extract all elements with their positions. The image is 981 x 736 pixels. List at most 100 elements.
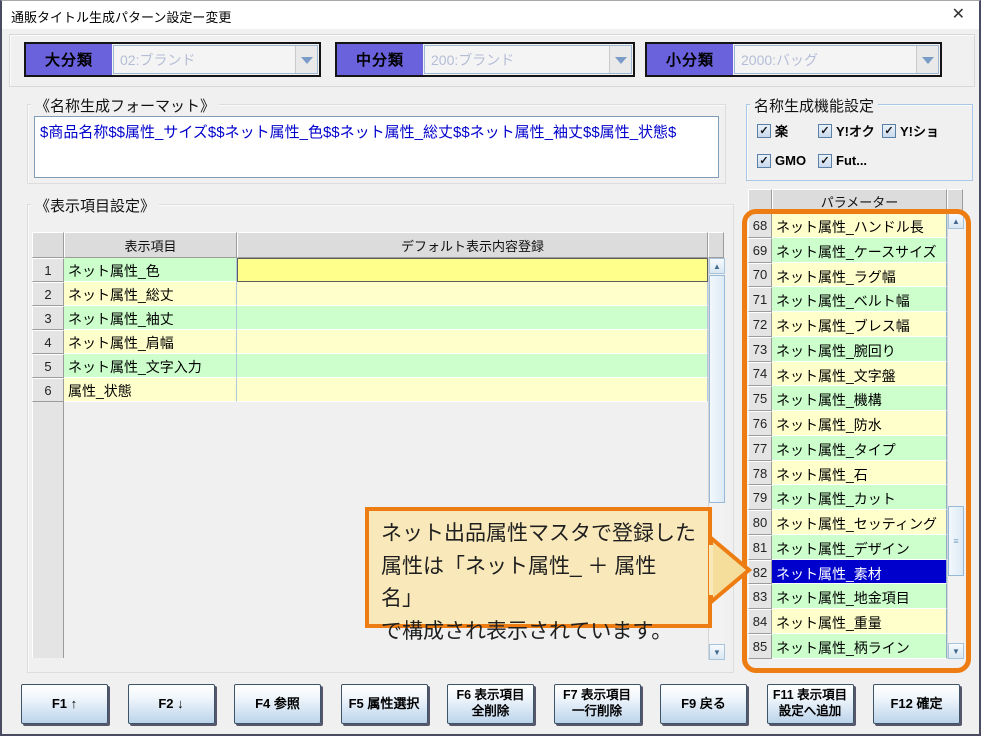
row-number-column-filler <box>32 402 64 658</box>
feature-checkbox-item-1: ✓ Y!オク <box>818 121 882 140</box>
category-dropdown-2[interactable]: 2000:バッグ <box>734 45 939 74</box>
parameter-name-cell[interactable]: ネット属性_デザイン <box>772 535 947 560</box>
row-number: 68 <box>748 213 772 238</box>
corner-header-cell <box>32 232 64 258</box>
f12-button[interactable]: F12 確定 <box>873 684 960 724</box>
list-item[interactable]: 83ネット属性_地金項目 <box>748 584 963 609</box>
row-number: 78 <box>748 461 772 486</box>
chevron-down-icon[interactable] <box>916 46 938 73</box>
parameter-name-cell[interactable]: ネット属性_石 <box>772 461 947 486</box>
chevron-down-icon[interactable] <box>295 46 317 73</box>
list-item[interactable]: 82ネット属性_素材 <box>748 560 963 585</box>
display-items-rows: 1ネット属性_色2ネット属性_総丈3ネット属性_袖丈4ネット属性_肩幅5ネット属… <box>32 258 724 402</box>
parameter-name-cell[interactable]: ネット属性_重量 <box>772 609 947 634</box>
parameter-name-cell[interactable]: ネット属性_ベルト幅 <box>772 287 947 312</box>
display-item-name-cell[interactable]: ネット属性_肩幅 <box>64 330 237 354</box>
parameter-name-cell[interactable]: ネット属性_ケースサイズ <box>772 238 947 263</box>
parameter-name-cell[interactable]: ネット属性_文字盤 <box>772 362 947 387</box>
parameter-name-cell[interactable]: ネット属性_柄ライン <box>772 634 947 659</box>
f6-button[interactable]: F6 表示項目 全削除 <box>447 684 534 724</box>
default-value-cell[interactable] <box>237 306 708 330</box>
default-value-cell[interactable] <box>237 330 708 354</box>
list-item[interactable]: 85ネット属性_柄ライン <box>748 634 963 659</box>
checkbox-icon[interactable]: ✓ <box>882 124 896 138</box>
list-item[interactable]: 71ネット属性_ベルト幅 <box>748 287 963 312</box>
display-item-name-cell[interactable]: ネット属性_総丈 <box>64 282 237 306</box>
row-number: 79 <box>748 485 772 510</box>
feature-checkbox-item-4: ✓ Fut... <box>818 153 882 168</box>
parameter-name-cell[interactable]: ネット属性_ブレス幅 <box>772 312 947 337</box>
display-item-name-cell[interactable]: 属性_状態 <box>64 378 237 402</box>
checkbox-icon[interactable]: ✓ <box>818 154 832 168</box>
annotation-callout: ネット出品属性マスタで登録した 属性は「ネット属性_ ＋ 属性名」 で構成され表… <box>365 507 712 628</box>
category-group-1: 中分類200:ブランド <box>335 42 635 77</box>
f5-button[interactable]: F5 属性選択 <box>341 684 428 724</box>
parameter-name-cell[interactable]: ネット属性_腕回り <box>772 337 947 362</box>
parameter-scrollbar[interactable]: ▲ ≡ ▼ <box>947 213 963 659</box>
default-value-cell[interactable] <box>237 354 708 378</box>
chevron-down-icon[interactable] <box>609 46 631 73</box>
parameter-name-cell[interactable]: ネット属性_素材 <box>772 560 947 585</box>
scrollbar-thumb[interactable] <box>709 275 725 503</box>
list-item[interactable]: 75ネット属性_機構 <box>748 386 963 411</box>
parameter-name-cell[interactable]: ネット属性_ハンドル長 <box>772 213 947 238</box>
row-number: 81 <box>748 535 772 560</box>
list-item[interactable]: 73ネット属性_腕回り <box>748 337 963 362</box>
parameter-name-cell[interactable]: ネット属性_地金項目 <box>772 584 947 609</box>
checkbox-label: Fut... <box>836 153 867 168</box>
table-row: 2ネット属性_総丈 <box>32 282 724 306</box>
list-item[interactable]: 68ネット属性_ハンドル長 <box>748 213 963 238</box>
f2-button[interactable]: F2 ↓ <box>128 684 215 724</box>
scrollbar-header-cap <box>708 232 724 258</box>
display-item-name-cell[interactable]: ネット属性_袖丈 <box>64 306 237 330</box>
category-dropdown-value-2: 2000:バッグ <box>735 50 916 70</box>
parameter-rows: 68ネット属性_ハンドル長69ネット属性_ケースサイズ70ネット属性_ラグ幅71… <box>748 213 963 659</box>
scroll-up-icon[interactable]: ▲ <box>948 213 964 229</box>
checkbox-icon[interactable]: ✓ <box>757 124 771 138</box>
parameter-name-cell[interactable]: ネット属性_セッティング <box>772 510 947 535</box>
list-item[interactable]: 81ネット属性_デザイン <box>748 535 963 560</box>
checkbox-icon[interactable]: ✓ <box>818 124 832 138</box>
default-value-cell[interactable] <box>237 258 708 282</box>
list-item[interactable]: 74ネット属性_文字盤 <box>748 362 963 387</box>
row-number: 72 <box>748 312 772 337</box>
list-item[interactable]: 69ネット属性_ケースサイズ <box>748 238 963 263</box>
row-number: 80 <box>748 510 772 535</box>
checkbox-label: Y!オク <box>836 121 875 140</box>
display-item-name-cell[interactable]: ネット属性_色 <box>64 258 237 282</box>
parameter-name-cell[interactable]: ネット属性_防水 <box>772 411 947 436</box>
parameter-name-cell[interactable]: ネット属性_カット <box>772 485 947 510</box>
checkbox-label: 楽 <box>775 121 788 140</box>
list-item[interactable]: 80ネット属性_セッティング <box>748 510 963 535</box>
table-row: 6属性_状態 <box>32 378 724 402</box>
display-items-legend: 《表示項目設定》 <box>31 195 159 216</box>
f7-button[interactable]: F7 表示項目 一行削除 <box>554 684 641 724</box>
list-item[interactable]: 72ネット属性_ブレス幅 <box>748 312 963 337</box>
close-icon[interactable]: ✕ <box>952 5 965 25</box>
f1-button[interactable]: F1 ↑ <box>21 684 108 724</box>
display-item-name-cell[interactable]: ネット属性_文字入力 <box>64 354 237 378</box>
scroll-down-icon[interactable]: ▼ <box>948 643 964 659</box>
category-dropdown-value-0: 02:ブランド <box>114 50 295 70</box>
scroll-down-icon[interactable]: ▼ <box>709 644 725 660</box>
list-item[interactable]: 78ネット属性_石 <box>748 461 963 486</box>
category-dropdown-1[interactable]: 200:ブランド <box>424 45 632 74</box>
parameter-name-cell[interactable]: ネット属性_機構 <box>772 386 947 411</box>
f11-button[interactable]: F11 表示項目 設定へ追加 <box>767 684 854 724</box>
list-item[interactable]: 84ネット属性_重量 <box>748 609 963 634</box>
f9-button[interactable]: F9 戻る <box>660 684 747 724</box>
checkbox-icon[interactable]: ✓ <box>757 154 771 168</box>
default-value-cell[interactable] <box>237 282 708 306</box>
list-item[interactable]: 79ネット属性_カット <box>748 485 963 510</box>
default-value-cell[interactable] <box>237 378 708 402</box>
list-item[interactable]: 76ネット属性_防水 <box>748 411 963 436</box>
parameter-name-cell[interactable]: ネット属性_ラグ幅 <box>772 263 947 288</box>
scrollbar-thumb[interactable]: ≡ <box>948 506 964 576</box>
list-item[interactable]: 70ネット属性_ラグ幅 <box>748 263 963 288</box>
scroll-up-icon[interactable]: ▲ <box>709 258 725 274</box>
category-dropdown-0[interactable]: 02:ブランド <box>113 45 318 74</box>
format-input[interactable]: $商品名称$$属性_サイズ$$ネット属性_色$$ネット属性_総丈$$ネット属性_… <box>34 116 719 178</box>
f4-button[interactable]: F4 参照 <box>234 684 321 724</box>
list-item[interactable]: 77ネット属性_タイプ <box>748 436 963 461</box>
parameter-name-cell[interactable]: ネット属性_タイプ <box>772 436 947 461</box>
